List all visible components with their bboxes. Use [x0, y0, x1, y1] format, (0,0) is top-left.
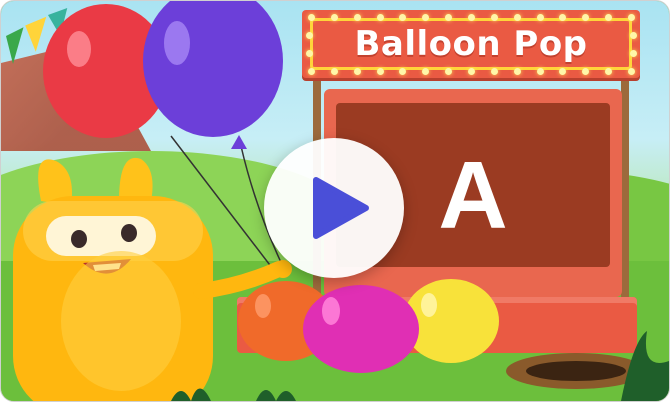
- play-triangle-icon: [313, 177, 369, 239]
- pink-balloon: [303, 285, 419, 373]
- yellow-monster-character: [13, 157, 292, 401]
- video-thumbnail[interactable]: A Balloon Pop: [0, 0, 670, 402]
- purple-balloon: [143, 1, 283, 149]
- play-button[interactable]: [264, 138, 404, 278]
